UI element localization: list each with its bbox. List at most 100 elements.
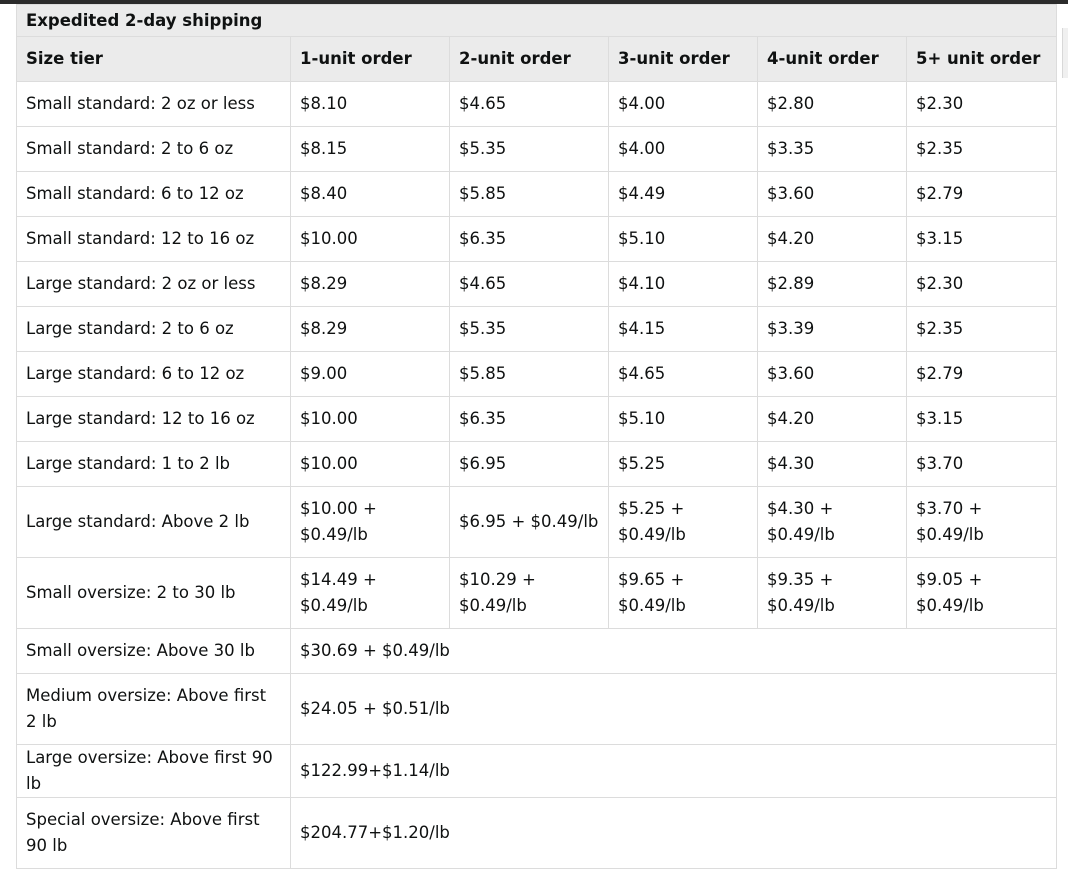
rate-cell: $14.49 + $0.49/lb [290, 557, 450, 629]
table-row: Small standard: 12 to 16 oz $10.00 $6.35… [16, 216, 1058, 262]
rate-cell: $8.40 [290, 171, 450, 217]
rate-cell: $2.35 [905, 306, 1058, 352]
rate-cell: $10.00 + $0.49/lb [290, 486, 450, 558]
rate-cell: $6.35 [449, 396, 609, 442]
expedited-shipping-table: Expedited 2-day shipping Size tier 1-uni… [15, 4, 1058, 869]
rate-cell: $9.65 + $0.49/lb [608, 557, 758, 629]
table-row: Large standard: 6 to 12 oz $9.00 $5.85 $… [16, 351, 1058, 397]
rate-cell: $4.65 [449, 81, 609, 127]
table-row: Large oversize: Above first 90 lb $122.9… [16, 744, 1058, 798]
rate-cell: $9.00 [290, 351, 450, 397]
rate-cell: $122.99+$1.14/lb [289, 744, 1058, 798]
table-row: Large standard: 2 to 6 oz $8.29 $5.35 $4… [16, 306, 1058, 352]
size-tier-cell: Small standard: 6 to 12 oz [16, 171, 291, 217]
rate-cell: $4.20 [757, 216, 907, 262]
rate-cell: $3.60 [757, 351, 907, 397]
rate-cell: $6.35 [449, 216, 609, 262]
rate-cell: $4.49 [608, 171, 758, 217]
rate-cell: $4.00 [608, 81, 758, 127]
column-header-3-unit: 3-unit order [608, 36, 758, 82]
rate-cell: $2.35 [905, 126, 1058, 172]
rate-cell: $6.95 + $0.49/lb [449, 486, 609, 558]
table-caption-row: Expedited 2-day shipping [15, 4, 1058, 37]
table-row: Small standard: 6 to 12 oz $8.40 $5.85 $… [16, 171, 1058, 217]
rate-cell: $2.30 [905, 261, 1058, 307]
table-header-row: Size tier 1-unit order 2-unit order 3-un… [16, 36, 1058, 82]
column-header-4-unit: 4-unit order [757, 36, 907, 82]
rate-cell: $8.10 [290, 81, 450, 127]
size-tier-cell: Small oversize: Above 30 lb [16, 628, 291, 674]
size-tier-cell: Small standard: 2 to 6 oz [16, 126, 291, 172]
table-row: Large standard: Above 2 lb $10.00 + $0.4… [16, 486, 1058, 558]
rate-cell: $204.77+$1.20/lb [289, 797, 1058, 869]
rate-cell: $4.10 [608, 261, 758, 307]
rate-cell: $4.30 + $0.49/lb [757, 486, 907, 558]
rate-cell: $30.69 + $0.49/lb [289, 628, 1058, 674]
size-tier-cell: Small standard: 2 oz or less [16, 81, 291, 127]
rate-cell: $5.85 [449, 171, 609, 217]
rate-cell: $5.35 [449, 306, 609, 352]
rate-cell: $5.25 [608, 441, 758, 487]
table-row: Small standard: 2 to 6 oz $8.15 $5.35 $4… [16, 126, 1058, 172]
rate-cell: $10.00 [290, 396, 450, 442]
rate-cell: $9.35 + $0.49/lb [757, 557, 907, 629]
rate-cell: $3.35 [757, 126, 907, 172]
rate-cell: $8.15 [290, 126, 450, 172]
rate-cell: $24.05 + $0.51/lb [289, 673, 1058, 745]
size-tier-cell: Small standard: 12 to 16 oz [16, 216, 291, 262]
size-tier-cell: Special oversize: Above first 90 lb [16, 797, 291, 869]
rate-cell: $2.30 [905, 81, 1058, 127]
rate-cell: $4.15 [608, 306, 758, 352]
rate-cell: $4.65 [449, 261, 609, 307]
rate-cell: $4.20 [757, 396, 907, 442]
table-row: Special oversize: Above first 90 lb $204… [16, 797, 1058, 869]
table-row: Medium oversize: Above first 2 lb $24.05… [16, 673, 1058, 745]
rate-cell: $6.95 [449, 441, 609, 487]
rate-cell: $8.29 [290, 306, 450, 352]
rate-cell: $3.70 + $0.49/lb [905, 486, 1058, 558]
size-tier-cell: Large standard: Above 2 lb [16, 486, 291, 558]
rate-cell: $2.79 [905, 351, 1058, 397]
column-header-1-unit: 1-unit order [290, 36, 450, 82]
rate-cell: $4.65 [608, 351, 758, 397]
table-caption: Expedited 2-day shipping [15, 4, 1058, 37]
rate-cell: $3.60 [757, 171, 907, 217]
size-tier-cell: Large standard: 6 to 12 oz [16, 351, 291, 397]
size-tier-cell: Small oversize: 2 to 30 lb [16, 557, 291, 629]
size-tier-cell: Large standard: 12 to 16 oz [16, 396, 291, 442]
size-tier-cell: Medium oversize: Above first 2 lb [16, 673, 291, 745]
rate-cell: $10.00 [290, 441, 450, 487]
size-tier-cell: Large oversize: Above first 90 lb [16, 744, 291, 798]
table-row: Large standard: 2 oz or less $8.29 $4.65… [16, 261, 1058, 307]
table-row: Small oversize: 2 to 30 lb $14.49 + $0.4… [16, 557, 1058, 629]
table-row: Small standard: 2 oz or less $8.10 $4.65… [16, 81, 1058, 127]
rate-cell: $2.79 [905, 171, 1058, 217]
table-row: Small oversize: Above 30 lb $30.69 + $0.… [16, 628, 1058, 674]
column-header-size-tier: Size tier [16, 36, 291, 82]
rate-cell: $3.15 [905, 396, 1058, 442]
rate-cell: $5.25 + $0.49/lb [608, 486, 758, 558]
scrollbar-edge[interactable] [1062, 28, 1068, 78]
rate-cell: $3.39 [757, 306, 907, 352]
rate-cell: $5.85 [449, 351, 609, 397]
size-tier-cell: Large standard: 2 to 6 oz [16, 306, 291, 352]
column-header-2-unit: 2-unit order [449, 36, 609, 82]
rate-cell: $5.10 [608, 396, 758, 442]
column-header-5-plus-unit: 5+ unit order [905, 36, 1058, 82]
rate-cell: $5.35 [449, 126, 609, 172]
rate-cell: $3.70 [905, 441, 1058, 487]
rate-cell: $10.29 + $0.49/lb [449, 557, 609, 629]
rate-cell: $5.10 [608, 216, 758, 262]
rate-cell: $4.00 [608, 126, 758, 172]
rate-cell: $8.29 [290, 261, 450, 307]
rate-cell: $2.89 [757, 261, 907, 307]
size-tier-cell: Large standard: 2 oz or less [16, 261, 291, 307]
table-row: Large standard: 1 to 2 lb $10.00 $6.95 $… [16, 441, 1058, 487]
rate-cell: $3.15 [905, 216, 1058, 262]
rate-cell: $9.05 + $0.49/lb [905, 557, 1058, 629]
rate-cell: $4.30 [757, 441, 907, 487]
rate-cell: $2.80 [757, 81, 907, 127]
size-tier-cell: Large standard: 1 to 2 lb [16, 441, 291, 487]
table-row: Large standard: 12 to 16 oz $10.00 $6.35… [16, 396, 1058, 442]
rate-cell: $10.00 [290, 216, 450, 262]
